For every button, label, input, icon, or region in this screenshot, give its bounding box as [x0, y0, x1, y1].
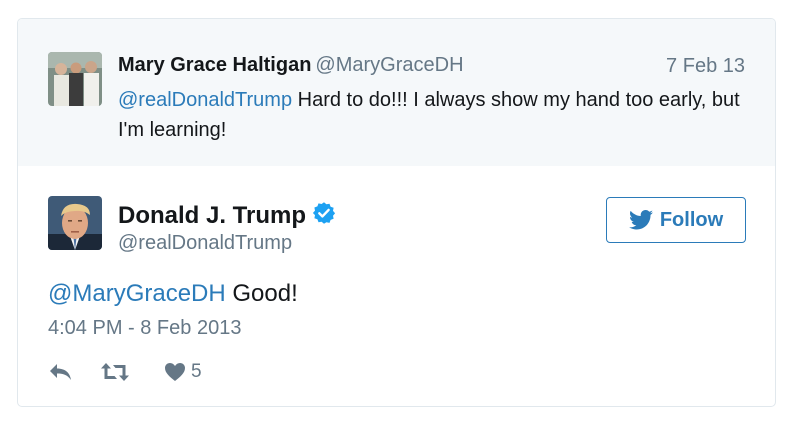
reply-mention-link[interactable]: @realDonaldTrump [118, 89, 292, 111]
tweet-embed-card: Mary Grace Haltigan @MaryGraceDH 7 Feb 13… [17, 18, 776, 407]
tweet-timestamp[interactable]: 4:04 PM - 8 Feb 2013 [48, 317, 241, 340]
reply-author-handle[interactable]: @MaryGraceDH [315, 54, 463, 76]
verified-badge-icon [312, 201, 336, 232]
follow-button[interactable]: Follow [606, 197, 746, 243]
author-name-line[interactable]: Donald J. Trump [118, 201, 336, 232]
reply-author-avatar[interactable] [48, 52, 102, 106]
like-count: 5 [191, 361, 202, 382]
reply-icon [50, 364, 71, 380]
reply-date[interactable]: 7 Feb 13 [666, 55, 745, 78]
twitter-bird-icon [628, 210, 653, 230]
retweet-button[interactable] [100, 362, 130, 382]
retweet-icon [101, 363, 129, 381]
tweet-text: @MaryGraceDH Good! [48, 280, 298, 308]
reply-text: @realDonaldTrump Hard to do!!! I always … [118, 85, 758, 145]
quoted-reply-tweet[interactable]: Mary Grace Haltigan @MaryGraceDH 7 Feb 13… [18, 19, 775, 166]
tweet-body: Good! [225, 280, 298, 307]
heart-icon [165, 363, 185, 381]
author-name[interactable]: Donald J. Trump [118, 202, 306, 229]
author-handle[interactable]: @realDonaldTrump [118, 232, 292, 255]
tweet-mention-link[interactable]: @MaryGraceDH [48, 280, 226, 307]
reply-author-name[interactable]: Mary Grace Haltigan [118, 54, 311, 76]
like-button[interactable]: 5 [164, 361, 202, 383]
reply-author-line[interactable]: Mary Grace Haltigan @MaryGraceDH [118, 54, 464, 77]
tweet-actions: 5 [48, 359, 202, 385]
follow-label: Follow [659, 208, 724, 231]
reply-button[interactable] [48, 362, 74, 382]
author-avatar[interactable] [48, 196, 102, 250]
